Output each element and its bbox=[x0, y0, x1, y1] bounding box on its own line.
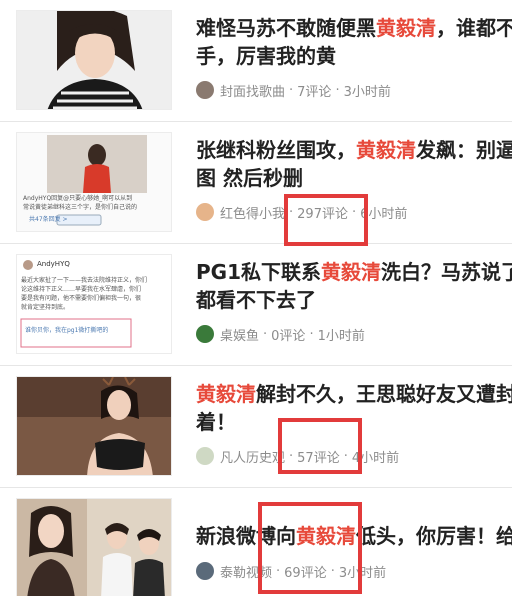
publish-time: 6小时前 bbox=[360, 206, 408, 222]
title-text-line2: 着！ bbox=[196, 410, 236, 434]
screenshot-text: 谁你贝你，我在pg1微打撕吧的 bbox=[25, 327, 109, 334]
highlight-keyword: 黄毅清 bbox=[296, 524, 356, 548]
feed-item[interactable]: AndyHYQ回复@只要心够她_啊可以从到 常说黄徒弟继科这三个字，是你们自己说… bbox=[0, 122, 512, 246]
screenshot-text: 要是我有问题，他不需要你们偏袒我一句，很 bbox=[21, 295, 142, 302]
source-name[interactable]: 桌娱鱼 bbox=[220, 325, 259, 344]
publish-time: 3小时前 bbox=[338, 565, 387, 581]
source-avatar bbox=[196, 203, 214, 221]
title-text: 难怪马苏不敢随便黑 bbox=[196, 16, 376, 40]
title-text: PG1私下联系 bbox=[196, 260, 321, 284]
woman-portrait-image bbox=[17, 11, 171, 109]
meta-separator: · bbox=[263, 326, 268, 342]
source-avatar bbox=[196, 562, 214, 580]
source-name[interactable]: 凡人历史观 bbox=[220, 447, 285, 466]
comment-count[interactable]: 57评论 bbox=[297, 447, 340, 466]
article-meta: 泰勒视频 · 69评论 · 3小时前 bbox=[196, 561, 386, 581]
screenshot-text: 最近大家扯了一下——我去法院维持正义，你们 bbox=[21, 277, 148, 284]
title-text: ，谁都不 bbox=[436, 16, 512, 40]
meta-separator: · bbox=[335, 82, 340, 98]
feed-item[interactable]: 难怪马苏不敢随便黑黄毅清，谁都不 手，厉害我的黄 封面找歌曲 · 7评论 · 3… bbox=[0, 0, 512, 122]
thumbnail-image[interactable]: AndyHYQ回复@只要心够她_啊可以从到 常说黄徒弟继科这三个字，是你们自己说… bbox=[16, 132, 172, 232]
article-title[interactable]: 难怪马苏不敢随便黑黄毅清，谁都不 手，厉害我的黄 bbox=[196, 14, 512, 70]
screenshot-text: AndyHYQ回复@只要心够她_啊可以从到 bbox=[23, 195, 133, 202]
thumbnail-image[interactable] bbox=[16, 498, 172, 596]
source-name[interactable]: 封面找歌曲 bbox=[220, 81, 285, 100]
title-text-line2: 手，厉害我的黄 bbox=[196, 44, 336, 68]
thumbnail-image[interactable]: AndyHYQ 最近大家扯了一下——我去法院维持正义，你们 论这维持下正义……早… bbox=[16, 254, 172, 354]
title-text-line2: 都看不下去了 bbox=[196, 288, 316, 312]
meta-separator: · bbox=[351, 204, 357, 220]
meta-separator: · bbox=[309, 326, 314, 342]
thumbnail-image[interactable] bbox=[16, 376, 172, 476]
article-meta: 凡人历史观 · 57评论 · 4小时前 bbox=[196, 446, 399, 466]
screenshot-text: 常说黄徒弟继科这三个字，是你们自己说的 bbox=[23, 204, 138, 211]
meta-separator: · bbox=[289, 82, 294, 98]
title-text: 张继科粉丝围攻， bbox=[196, 138, 356, 162]
source-avatar bbox=[196, 325, 214, 343]
highlight-keyword: 黄毅清 bbox=[356, 138, 416, 162]
publish-time: 1小时前 bbox=[317, 328, 365, 344]
woman-photo-image bbox=[17, 377, 171, 475]
comment-count[interactable]: 7评论 bbox=[297, 81, 331, 100]
source-avatar bbox=[196, 81, 214, 99]
screenshot-text: AndyHYQ bbox=[37, 260, 70, 268]
publish-time: 4小时前 bbox=[351, 450, 400, 466]
article-title[interactable]: PG1私下联系黄毅清洗白？马苏说了 都看不下去了 bbox=[196, 258, 512, 314]
news-feed: 难怪马苏不敢随便黑黄毅清，谁都不 手，厉害我的黄 封面找歌曲 · 7评论 · 3… bbox=[0, 0, 512, 596]
screenshot-text: 共47条回复 > bbox=[29, 216, 68, 223]
article-meta: 封面找歌曲 · 7评论 · 3小时前 bbox=[196, 80, 391, 100]
highlight-keyword: 黄毅清 bbox=[376, 16, 436, 40]
comment-count[interactable]: 0评论 bbox=[271, 325, 305, 344]
title-text: 新浪微博向 bbox=[196, 524, 296, 548]
publish-time: 3小时前 bbox=[343, 84, 391, 100]
title-text: 洗白？马苏说了 bbox=[381, 260, 512, 284]
article-meta: 桌娱鱼 · 0评论 · 1小时前 bbox=[196, 324, 365, 344]
article-meta: 红色得小我 · 297评论 · 6小时前 bbox=[196, 202, 407, 222]
meta-separator: · bbox=[289, 448, 294, 464]
screenshot-text: 就肯定坚持到底。 bbox=[21, 304, 70, 311]
thumbnail-image[interactable] bbox=[16, 10, 172, 110]
highlight-keyword: 黄毅清 bbox=[196, 382, 256, 406]
meta-separator: · bbox=[289, 204, 294, 220]
source-name[interactable]: 红色得小我 bbox=[220, 203, 285, 222]
title-text-line2: 图 然后秒删 bbox=[196, 166, 303, 190]
title-text: 解封不久，王思聪好友又遭封 bbox=[256, 382, 512, 406]
highlight-keyword: 黄毅清 bbox=[321, 260, 381, 284]
meta-separator: · bbox=[343, 448, 348, 464]
feed-item[interactable]: 黄毅清解封不久，王思聪好友又遭封 着！ 凡人历史观 · 57评论 · 4小时前 bbox=[0, 366, 512, 488]
comment-count[interactable]: 297评论 bbox=[297, 203, 348, 222]
article-title[interactable]: 新浪微博向黄毅清低头，你厉害！给 bbox=[196, 522, 512, 550]
comment-count[interactable]: 69评论 bbox=[284, 562, 327, 581]
feed-item[interactable]: 新浪微博向黄毅清低头，你厉害！给 泰勒视频 · 69评论 · 3小时前 bbox=[0, 488, 512, 596]
article-title[interactable]: 张继科粉丝围攻，黄毅清发飙：别逼 图 然后秒删 bbox=[196, 136, 512, 192]
title-text: 发飙：别逼 bbox=[416, 138, 512, 162]
meta-separator: · bbox=[330, 563, 335, 579]
screenshot-text: 论这维持下正义……早要我在水军肆虐，你们 bbox=[21, 286, 142, 293]
group-photo-image bbox=[17, 499, 171, 596]
source-avatar bbox=[196, 447, 214, 465]
source-name[interactable]: 泰勒视频 bbox=[220, 562, 272, 581]
title-text: 低头，你厉害！给 bbox=[356, 524, 512, 548]
article-title[interactable]: 黄毅清解封不久，王思聪好友又遭封 着！ bbox=[196, 380, 512, 436]
meta-separator: · bbox=[276, 563, 281, 579]
feed-item[interactable]: AndyHYQ 最近大家扯了一下——我去法院维持正义，你们 论这维持下正义……早… bbox=[0, 244, 512, 366]
